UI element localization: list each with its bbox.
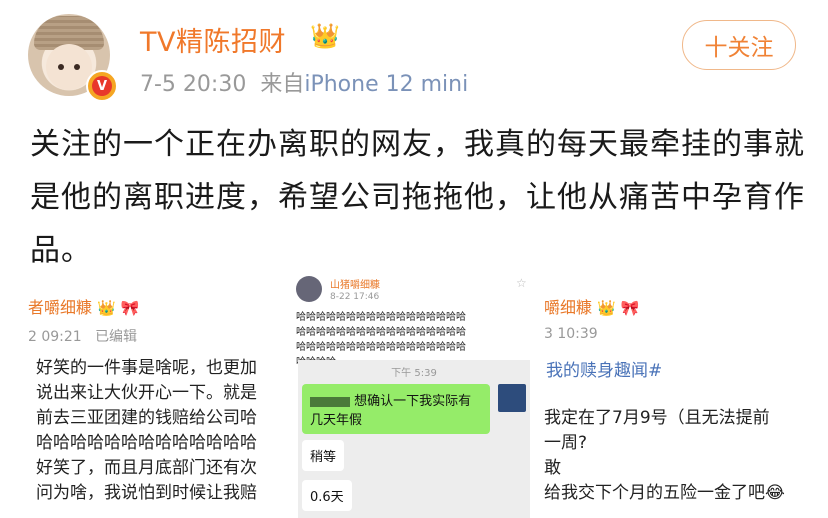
chat-bubble-incoming: 稍等 bbox=[302, 440, 345, 471]
text-line: 哈哈哈哈哈哈哈哈哈哈哈哈哈 bbox=[36, 433, 257, 453]
laugh-cry-icon: 😂 bbox=[765, 483, 785, 503]
follow-button[interactable]: 十关注 bbox=[682, 20, 796, 70]
avatar-eye-left bbox=[58, 64, 64, 70]
text-line: 给我交下个月的五险一金了吧😂 bbox=[544, 483, 785, 503]
text-line: 前去三亚团建的钱赔给公司哈 bbox=[36, 408, 257, 428]
text-line: 问为啥，我说怕到时候让我赔 bbox=[36, 483, 257, 503]
text-line: 好笑的一件事是啥呢，也更加 bbox=[36, 358, 257, 378]
post-date: 7-5 20:30 bbox=[140, 72, 247, 97]
image-left-text: 好笑的一件事是啥呢，也更加 说出来让大伙开心一下。就是 前去三亚团建的钱赔给公司… bbox=[36, 356, 257, 506]
crown-icon: 👑 bbox=[597, 299, 616, 317]
post-image-middle[interactable]: 山猪嚼细糠 8-22 17:46 ☆ 哈哈哈哈哈哈哈哈哈哈哈哈哈哈哈哈哈 哈哈哈… bbox=[290, 268, 540, 518]
text-line: 我定在了7月9号（且无法提前 bbox=[544, 408, 770, 428]
post-meta: 7-5 20:30 来自iPhone 12 mini bbox=[140, 66, 468, 98]
gift-icon: 🎀 bbox=[620, 299, 640, 317]
chat-time: 下午 5:39 bbox=[391, 368, 437, 379]
image-left-username: 者嚼细糠 bbox=[28, 298, 93, 317]
redacted-block bbox=[310, 396, 350, 407]
image-mid-username: 山猪嚼细糠 bbox=[330, 280, 380, 291]
text-line: 哈哈哈哈哈哈哈哈哈哈哈哈哈哈哈哈哈 bbox=[296, 342, 466, 353]
image-right-username: 嚼细糠 bbox=[544, 298, 593, 317]
gift-icon: 🎀 bbox=[120, 299, 140, 317]
image-right-hashtag[interactable]: 我的赎身趣闻# bbox=[546, 356, 662, 381]
crown-icon: 👑 bbox=[97, 299, 116, 317]
post-text: 关注的一个正在办离职的网友，我真的每天最牵挂的事就是他的离职进度，希望公司拖拖他… bbox=[30, 127, 805, 268]
text-line: 哈哈哈哈哈哈哈哈哈哈哈哈哈哈哈哈哈 bbox=[296, 327, 466, 338]
avatar bbox=[296, 276, 322, 302]
chat-bubble-incoming: 0.6天 bbox=[302, 480, 352, 511]
text-line: 好笑了，而且月底部门还有次 bbox=[36, 458, 257, 478]
text-line: 说出来让大伙开心一下。就是 bbox=[36, 383, 257, 403]
text-line: 敢 bbox=[544, 458, 561, 478]
post-device[interactable]: iPhone 12 mini bbox=[304, 72, 468, 97]
image-mid-time: 8-22 17:46 bbox=[330, 292, 380, 302]
star-icon: ☆ bbox=[516, 276, 527, 290]
avatar-eye-right bbox=[74, 64, 80, 70]
post-image-right[interactable]: 嚼细糠 👑 🎀 3 10:39 我的赎身趣闻# 我定在了7月9号（且无法提前 一… bbox=[544, 284, 828, 518]
username[interactable]: TV精陈招财 bbox=[140, 20, 286, 59]
avatar-face bbox=[46, 44, 92, 90]
chat-screenshot: 下午 5:39 想确认一下我实际有 几天年假 稍等 0.6天 bbox=[298, 360, 530, 518]
chat-bubble-outgoing: 想确认一下我实际有 几天年假 bbox=[302, 384, 490, 434]
text-line: 哈哈哈哈哈哈哈哈哈哈哈哈哈哈哈哈哈 bbox=[296, 312, 466, 323]
avatar bbox=[498, 384, 526, 412]
image-right-time: 3 10:39 bbox=[544, 326, 598, 342]
verified-badge-icon: V bbox=[86, 70, 118, 102]
post-image-left[interactable]: 者嚼细糠 👑 🎀 2 09:21 已编辑 好笑的一件事是啥呢，也更加 说出来让大… bbox=[28, 284, 280, 518]
post-source-prefix: 来自 bbox=[260, 72, 305, 97]
image-right-text: 我定在了7月9号（且无法提前 一周? 敢 给我交下个月的五险一金了吧😂 bbox=[544, 406, 785, 506]
text-line: 一周? bbox=[544, 433, 588, 453]
crown-icon: 👑 bbox=[310, 22, 340, 50]
image-left-edited: 已编辑 bbox=[95, 329, 138, 345]
image-left-time: 2 09:21 bbox=[28, 329, 82, 345]
